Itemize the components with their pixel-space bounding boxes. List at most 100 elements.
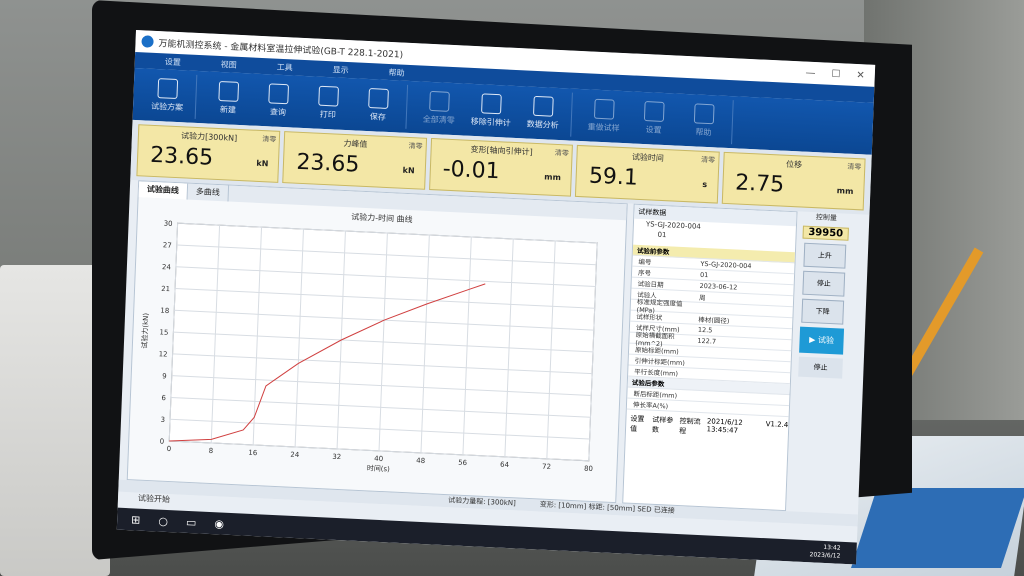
- version-label: V1.2.4: [765, 420, 789, 430]
- param-value[interactable]: [695, 396, 789, 400]
- param-value[interactable]: [699, 308, 793, 312]
- x-tick-label: 24: [290, 451, 300, 459]
- new-file-icon: [218, 80, 240, 102]
- x-tick-label: 0: [167, 445, 172, 453]
- y-tick-label: 15: [159, 328, 168, 336]
- param-value[interactable]: [697, 363, 791, 367]
- search-icon[interactable]: ○: [158, 514, 168, 527]
- print-button[interactable]: 打印: [310, 85, 347, 121]
- help-button[interactable]: 帮助: [685, 103, 722, 139]
- monitor-screen: 万能机测控系统 - 金属材料室温拉伸试验(GB-T 228.1-2021) — …: [116, 30, 876, 565]
- tab-set-values[interactable]: 设置值: [630, 414, 647, 435]
- y-axis-label: 试验力(kN): [140, 312, 150, 348]
- down-button[interactable]: 下降: [801, 298, 845, 325]
- x-tick-label: 48: [416, 457, 425, 465]
- meter-time: 试验时间 清零 59.1 s: [575, 144, 720, 204]
- ribbon-group-misc: 重做试样 设置 帮助: [575, 92, 734, 145]
- menu-help[interactable]: 帮助: [388, 67, 404, 81]
- bottom-timestamp: 2021/6/12 13:45:47: [706, 417, 743, 435]
- x-axis-label: 时间(s): [367, 463, 391, 473]
- control-value[interactable]: 39950: [802, 225, 849, 241]
- minimize-button[interactable]: —: [805, 67, 815, 78]
- menu-tools[interactable]: 工具: [276, 62, 293, 76]
- y-tick-label: 3: [160, 416, 165, 424]
- tab-multi-curve[interactable]: 多曲线: [187, 183, 230, 202]
- y-tick-label: 9: [162, 372, 167, 380]
- query-icon: [268, 83, 290, 105]
- up-button[interactable]: 上升: [803, 242, 847, 269]
- meter-time-value: 59.1: [588, 163, 639, 191]
- zero-button-displacement[interactable]: 清零: [847, 162, 861, 173]
- x-tick-label: 16: [248, 449, 258, 457]
- settings-button[interactable]: 设置: [635, 101, 672, 137]
- param-value[interactable]: [696, 374, 790, 378]
- y-tick-label: 30: [164, 220, 173, 228]
- tab-sample-params[interactable]: 试样参数: [652, 415, 674, 436]
- redo-sample-button[interactable]: 重做试样: [585, 98, 622, 134]
- control-label: 控制量: [815, 213, 837, 223]
- reset-all-button[interactable]: 全部清零: [421, 90, 458, 127]
- meter-deformation: 变形[轴向引伸计] 清零 -0.01 mm: [428, 138, 574, 197]
- scheme-button[interactable]: 试验方案: [149, 78, 186, 114]
- new-button[interactable]: 新建: [210, 80, 247, 117]
- menu-settings[interactable]: 设置: [165, 56, 181, 70]
- save-button[interactable]: 保存: [360, 88, 397, 124]
- scheme-icon: [157, 78, 179, 100]
- y-tick-label: 12: [158, 350, 167, 358]
- sample-tree-panel: 试样数据 YS-GJ-2020-004 01 试验前参数 编号 YS-GJ-202…: [622, 203, 798, 512]
- remove-extensometer-button[interactable]: 移除引伸计: [471, 93, 512, 129]
- y-tick-label: 24: [162, 263, 172, 271]
- windows-start-icon[interactable]: ⊞: [131, 513, 141, 526]
- param-key: 伸长率A(%): [632, 400, 669, 411]
- close-button[interactable]: ✕: [856, 69, 865, 80]
- query-button[interactable]: 查询: [260, 83, 297, 119]
- x-tick-label: 40: [374, 455, 383, 463]
- print-icon: [318, 85, 339, 107]
- start-test-button[interactable]: ▶ 试验: [799, 326, 845, 355]
- meter-deformation-value: -0.01: [442, 156, 501, 185]
- menu-view[interactable]: 视图: [220, 59, 237, 73]
- maximize-button[interactable]: ☐: [831, 68, 840, 79]
- meter-displacement-value: 2.75: [734, 170, 785, 198]
- ribbon-group-test: 全部清零 移除引伸计 数据分析: [410, 85, 573, 137]
- y-tick-label: 27: [163, 241, 172, 249]
- stop-test-button[interactable]: 停止: [798, 356, 843, 379]
- file-explorer-icon[interactable]: ▭: [186, 515, 197, 528]
- force-time-chart: 0 8 16 24 32 40 48 56 64 72 80 0 3 6 9 12 15 18 21 24 27 30 时间…: [140, 220, 598, 473]
- params-bottom-tabs: 设置值 试样参数 控制流程 2021/6/12 13:45:47 V1.2.4: [626, 414, 789, 442]
- data-analysis-button[interactable]: 数据分析: [524, 95, 561, 131]
- param-value[interactable]: [695, 407, 789, 411]
- zero-button-peak[interactable]: 清零: [408, 141, 422, 152]
- window-controls: — ☐ ✕: [805, 67, 875, 81]
- app-logo-icon: [141, 35, 154, 48]
- x-tick-label: 72: [542, 463, 551, 471]
- help-icon: [693, 103, 715, 125]
- y-tick-label: 6: [161, 394, 166, 402]
- y-tick-label: 21: [161, 285, 170, 293]
- blue-booklet: [851, 488, 1024, 568]
- params-table: 试验前参数 编号 YS-GJ-2020-004 序号 01 试验日期 2023-06-12…: [626, 244, 795, 418]
- ribbon-group-file: 新建 查询 打印 保存: [199, 75, 409, 129]
- ribbon-group-scheme: 试验方案: [138, 72, 198, 119]
- tab-control-flow[interactable]: 控制流程: [679, 416, 701, 437]
- meter-peak: 力峰值 清零 23.65 kN: [282, 131, 427, 190]
- meter-force: 试验力[300kN] 清零 23.65 kN: [136, 124, 281, 183]
- extensometer-icon: [481, 93, 502, 115]
- x-tick-label: 8: [209, 447, 214, 455]
- app-taskbar-icon[interactable]: ◉: [214, 517, 224, 530]
- stop-motion-button[interactable]: 停止: [802, 270, 846, 297]
- x-tick-label: 64: [500, 461, 510, 469]
- settings-icon: [643, 101, 665, 122]
- meter-force-value: 23.65: [149, 142, 214, 171]
- save-icon: [368, 88, 389, 109]
- x-tick-label: 32: [332, 453, 341, 461]
- zero-button-force[interactable]: 清零: [262, 134, 276, 145]
- x-tick-label: 80: [584, 465, 593, 473]
- menu-display[interactable]: 显示: [332, 64, 348, 78]
- zero-button-time[interactable]: 清零: [701, 155, 715, 166]
- param-value[interactable]: [697, 352, 791, 356]
- chart-pie-icon: [532, 95, 554, 117]
- zero-button-deformation[interactable]: 清零: [555, 148, 569, 159]
- reset-icon: [429, 90, 450, 112]
- redo-icon: [593, 98, 615, 120]
